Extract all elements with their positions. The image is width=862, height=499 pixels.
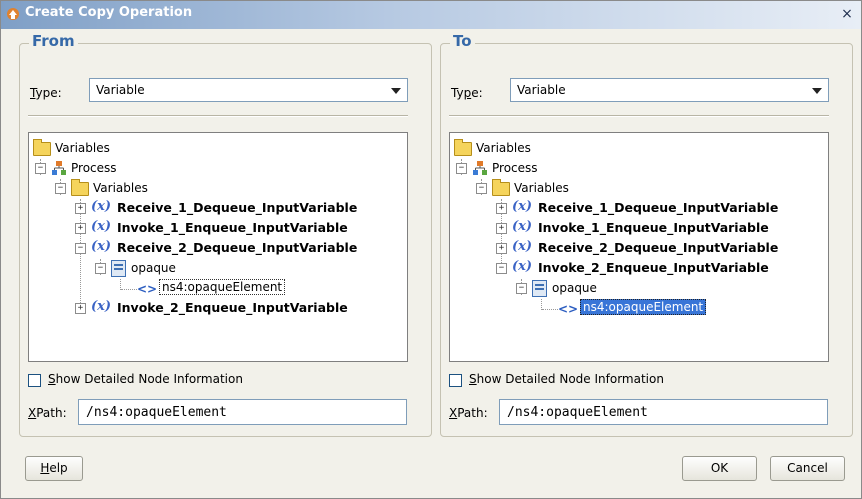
to-xpath-label: XPath: (449, 406, 488, 420)
folder-icon (454, 139, 472, 156)
from-type-label: Type: (30, 86, 62, 100)
tree-node-label: Receive_1_Dequeue_InputVariable (538, 200, 779, 215)
from-group: From Type: Variable Variables − Process … (19, 32, 432, 437)
from-variable-tree[interactable]: Variables − Process − Variables + (x) Re… (28, 132, 408, 362)
message-part-icon (111, 260, 126, 277)
variable-icon: (x) (91, 239, 112, 254)
process-icon (52, 161, 66, 175)
create-copy-operation-dialog: Create Copy Operation × From Type: Varia… (0, 0, 862, 499)
from-group-title: From (29, 32, 78, 50)
element-icon: <> (137, 282, 158, 296)
tree-node-label: Receive_1_Dequeue_InputVariable (117, 200, 358, 215)
collapse-icon[interactable]: − (55, 183, 66, 194)
collapse-icon[interactable]: − (35, 163, 46, 174)
tree-node-label: Receive_2_Dequeue_InputVariable (117, 240, 358, 255)
tree-node-label: opaque (131, 261, 176, 275)
cancel-button[interactable]: Cancel (770, 456, 845, 481)
process-icon (473, 161, 487, 175)
tree-node-label: Invoke_1_Enqueue_InputVariable (117, 220, 348, 235)
variable-icon: (x) (91, 299, 112, 314)
from-show-detail-checkbox[interactable] (28, 374, 41, 387)
tree-node-label: Invoke_1_Enqueue_InputVariable (538, 220, 769, 235)
expand-icon[interactable]: + (496, 223, 507, 234)
from-type-value: Variable (96, 83, 145, 97)
to-xpath-value: /ns4:opaqueElement (507, 405, 648, 420)
variable-icon: (x) (91, 199, 112, 214)
variable-icon: (x) (512, 219, 533, 234)
message-part-icon (532, 280, 547, 297)
close-icon[interactable]: × (839, 6, 855, 22)
collapse-icon[interactable]: − (456, 163, 467, 174)
to-type-value: Variable (517, 83, 566, 97)
folder-icon (71, 179, 89, 196)
to-variable-tree[interactable]: Variables − Process − Variables + (x) Re… (449, 132, 829, 362)
collapse-icon[interactable]: − (75, 243, 86, 254)
variable-icon: (x) (512, 239, 533, 254)
tree-node-label: Variables (514, 181, 569, 195)
expand-icon[interactable]: + (496, 243, 507, 254)
from-xpath-field[interactable]: /ns4:opaqueElement (78, 399, 407, 425)
tree-node-label: Variables (93, 181, 148, 195)
from-xpath-value: /ns4:opaqueElement (86, 405, 227, 420)
tree-node-label: Variables (476, 141, 531, 155)
collapse-icon[interactable]: − (476, 183, 487, 194)
title-bar[interactable]: Create Copy Operation × (1, 1, 861, 29)
tree-node-label: Receive_2_Dequeue_InputVariable (538, 240, 779, 255)
to-xpath-field[interactable]: /ns4:opaqueElement (499, 399, 828, 425)
from-show-detail-label: Show Detailed Node Information (48, 372, 243, 386)
expand-icon[interactable]: + (75, 223, 86, 234)
to-type-label: Type: (451, 86, 483, 100)
separator (449, 115, 829, 117)
ok-button[interactable]: OK (682, 456, 757, 481)
tree-node-label: Invoke_2_Enqueue_InputVariable (538, 260, 769, 275)
tree-node-label: Process (71, 161, 117, 175)
app-icon (7, 8, 19, 20)
tree-node-label: ns4:opaqueElement (580, 299, 707, 315)
to-show-detail-label: Show Detailed Node Information (469, 372, 664, 386)
to-show-detail-checkbox[interactable] (449, 374, 462, 387)
chevron-down-icon[interactable] (391, 88, 401, 94)
from-xpath-label: XPath: (28, 406, 67, 420)
separator (28, 115, 408, 117)
expand-icon[interactable]: + (75, 303, 86, 314)
collapse-icon[interactable]: − (516, 283, 527, 294)
tree-node-label: Process (492, 161, 538, 175)
collapse-icon[interactable]: − (95, 263, 106, 274)
variable-icon: (x) (512, 259, 533, 274)
to-type-select[interactable]: Variable (510, 78, 829, 102)
tree-node-label: Invoke_2_Enqueue_InputVariable (117, 300, 348, 315)
to-group: To Type: Variable Variables − Process − … (440, 32, 853, 437)
expand-icon[interactable]: + (75, 203, 86, 214)
dialog-title: Create Copy Operation (25, 5, 193, 20)
tree-node-label: opaque (552, 281, 597, 295)
help-button[interactable]: Help (25, 456, 83, 481)
chevron-down-icon[interactable] (812, 88, 822, 94)
folder-icon (492, 179, 510, 196)
tree-node-label: Variables (55, 141, 110, 155)
folder-icon (33, 139, 51, 156)
variable-icon: (x) (512, 199, 533, 214)
variable-icon: (x) (91, 219, 112, 234)
collapse-icon[interactable]: − (496, 263, 507, 274)
tree-guide-line (542, 309, 558, 310)
to-group-title: To (450, 32, 475, 50)
from-type-select[interactable]: Variable (89, 78, 408, 102)
expand-icon[interactable]: + (496, 203, 507, 214)
tree-guide-line (121, 289, 137, 290)
element-icon: <> (558, 302, 579, 316)
tree-node-label: ns4:opaqueElement (159, 279, 286, 295)
